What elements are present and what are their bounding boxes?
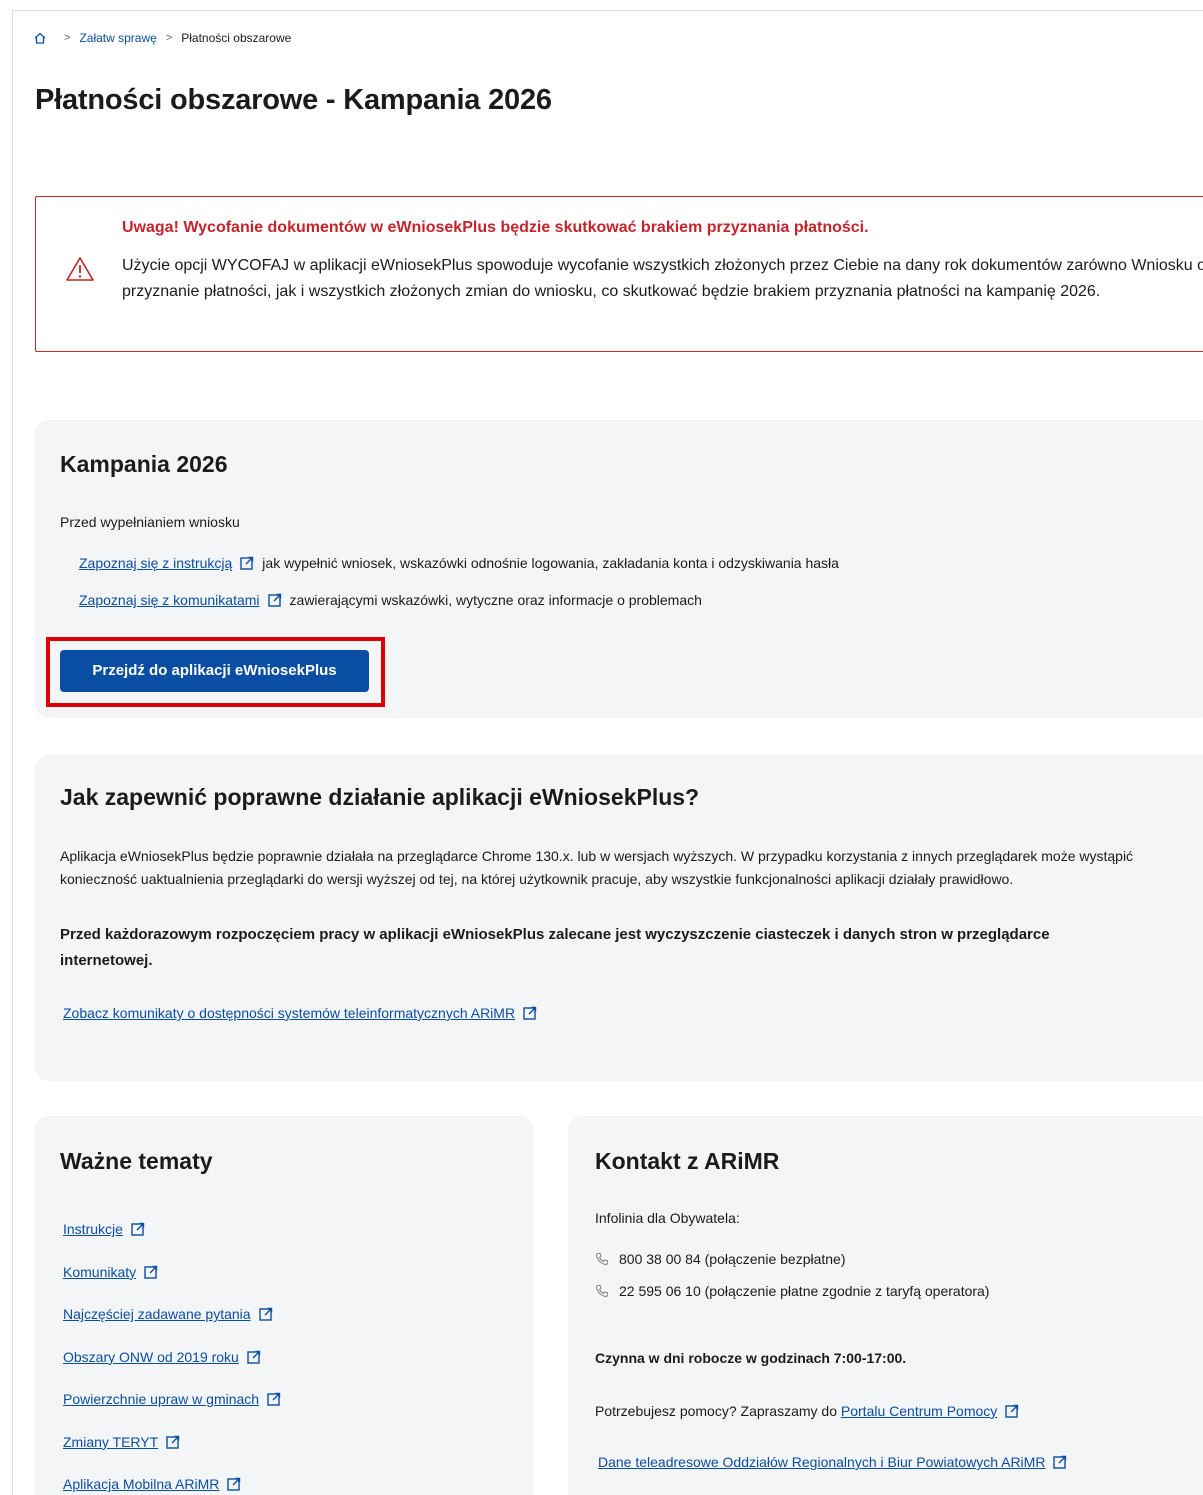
komunikaty-link[interactable]: Zapoznaj się z komunikatami xyxy=(79,592,260,608)
availability-link[interactable]: Zobacz komunikaty o dostępności systemów… xyxy=(63,1005,515,1021)
external-link-icon xyxy=(227,1478,241,1491)
infolinia-label: Infolinia dla Obywatela: xyxy=(595,1210,740,1226)
chevron-right-icon: > xyxy=(64,32,71,44)
topic-link-teryt[interactable]: Zmiany TERYT xyxy=(63,1434,158,1450)
page-title: Płatności obszarowe - Kampania 2026 xyxy=(35,84,552,116)
list-item: Powierzchnie upraw w gminach xyxy=(63,1378,289,1421)
kampania-title: Kampania 2026 xyxy=(60,451,228,477)
important-topics-card: Ważne tematy Instrukcje Komunikaty Najcz… xyxy=(35,1116,534,1495)
list-item: Zmiany TERYT xyxy=(63,1421,289,1464)
list-item: Komunikaty xyxy=(63,1251,289,1294)
cookies-notice-line-2: internetowej. xyxy=(60,952,153,969)
phone-icon xyxy=(595,1284,609,1298)
list-item: Aplikacja Mobilna ARiMR xyxy=(63,1463,289,1495)
alert-body: Użycie opcji WYCOFAJ w aplikacji eWniose… xyxy=(122,257,1203,300)
page-left-border xyxy=(12,10,13,1495)
instrukcja-description: jak wypełnić wniosek, wskazówki odnośnie… xyxy=(262,555,839,571)
cookies-notice: Przed każdorazowym rozpoczęciem pracy w … xyxy=(60,922,1203,974)
topic-link-onw[interactable]: Obszary ONW od 2019 roku xyxy=(63,1349,239,1365)
instrukcja-link[interactable]: Zapoznaj się z instrukcją xyxy=(79,555,232,571)
external-link-icon xyxy=(240,556,254,570)
external-link-icon xyxy=(258,1308,272,1321)
contact-title: Kontakt z ARiMR xyxy=(595,1148,780,1174)
external-link-icon xyxy=(267,593,281,607)
instrukcja-line: Zapoznaj się z instrukcją jak wypełnić w… xyxy=(79,555,839,571)
regional-offices-line: Dane teleadresowe Oddziałów Regionalnych… xyxy=(598,1454,1075,1470)
phone-line-free: 800 38 00 84 (połączenie bezpłatne) xyxy=(595,1251,846,1267)
phone-number-paid: 22 595 06 10 (połączenie płatne zgodnie … xyxy=(619,1283,990,1299)
komunikaty-description: zawierającymi wskazówki, wytyczne oraz i… xyxy=(289,592,702,608)
help-text: Potrzebujesz pomocy? Zapraszamy do xyxy=(595,1403,837,1419)
phone-icon xyxy=(595,1252,609,1266)
topic-link-faq[interactable]: Najczęściej zadawane pytania xyxy=(63,1306,251,1322)
topic-link-komunikaty[interactable]: Komunikaty xyxy=(63,1264,136,1280)
browser-requirements-text: Aplikacja eWniosekPlus będzie poprawnie … xyxy=(60,848,1134,887)
list-item: Instrukcje xyxy=(63,1208,289,1251)
button-highlight-frame xyxy=(46,637,385,707)
external-link-icon xyxy=(131,1223,145,1236)
external-link-icon xyxy=(1005,1404,1019,1418)
cookies-notice-line-1: Przed każdorazowym rozpoczęciem pracy w … xyxy=(60,926,1050,943)
external-link-icon xyxy=(267,1393,281,1406)
list-item: Najczęściej zadawane pytania xyxy=(63,1293,289,1336)
page: > Załatw sprawę > Płatności obszarowe Pł… xyxy=(0,0,1203,1495)
chevron-right-icon: > xyxy=(165,32,173,44)
alert-title: Uwaga! Wycofanie dokumentów w eWniosekPl… xyxy=(122,219,869,236)
requirements-card: Jak zapewnić poprawne działanie aplikacj… xyxy=(35,755,1203,1081)
external-link-icon xyxy=(523,1006,537,1020)
external-link-icon xyxy=(144,1265,158,1279)
requirements-title: Jak zapewnić poprawne działanie aplikacj… xyxy=(60,784,700,810)
page-top-border xyxy=(12,10,1203,11)
external-link-icon xyxy=(1053,1455,1067,1469)
availability-line: Zobacz komunikaty o dostępności systemów… xyxy=(63,1005,545,1021)
warning-alert: Uwaga! Wycofanie dokumentów w eWniosekPl… xyxy=(35,196,1203,352)
phone-line-paid: 22 595 06 10 (połączenie płatne zgodnie … xyxy=(595,1283,989,1299)
kampania-intro: Przed wypełnianiem wniosku xyxy=(60,514,240,530)
external-link-icon xyxy=(166,1435,180,1449)
important-topics-list: Instrukcje Komunikaty Najczęściej zadawa… xyxy=(63,1208,289,1495)
breadcrumb-current: Płatności obszarowe xyxy=(181,31,292,45)
home-icon[interactable] xyxy=(33,31,47,45)
important-topics-title: Ważne tematy xyxy=(60,1148,213,1174)
topic-link-powierzchnie[interactable]: Powierzchnie upraw w gminach xyxy=(63,1391,259,1407)
breadcrumb: > Załatw sprawę > Płatności obszarowe xyxy=(33,28,291,48)
external-link-icon xyxy=(247,1350,261,1364)
opening-hours: Czynna w dni robocze w godzinach 7:00-17… xyxy=(595,1350,907,1366)
topic-link-mobilna[interactable]: Aplikacja Mobilna ARiMR xyxy=(63,1476,219,1492)
regional-offices-link[interactable]: Dane teleadresowe Oddziałów Regionalnych… xyxy=(598,1454,1045,1470)
help-line: Potrzebujesz pomocy? Zapraszamy do Porta… xyxy=(595,1403,1027,1419)
contact-card: Kontakt z ARiMR Infolinia dla Obywatela:… xyxy=(568,1116,1203,1495)
topic-link-instrukcje[interactable]: Instrukcje xyxy=(63,1221,123,1237)
breadcrumb-link-zalatw-sprawe[interactable]: Załatw sprawę xyxy=(79,31,156,45)
phone-number-free: 800 38 00 84 (połączenie bezpłatne) xyxy=(619,1251,846,1267)
list-item: Obszary ONW od 2019 roku xyxy=(63,1336,289,1379)
warning-triangle-icon xyxy=(66,257,94,281)
help-center-link[interactable]: Portalu Centrum Pomocy xyxy=(841,1403,997,1419)
komunikaty-line: Zapoznaj się z komunikatami zawierającym… xyxy=(79,592,702,608)
